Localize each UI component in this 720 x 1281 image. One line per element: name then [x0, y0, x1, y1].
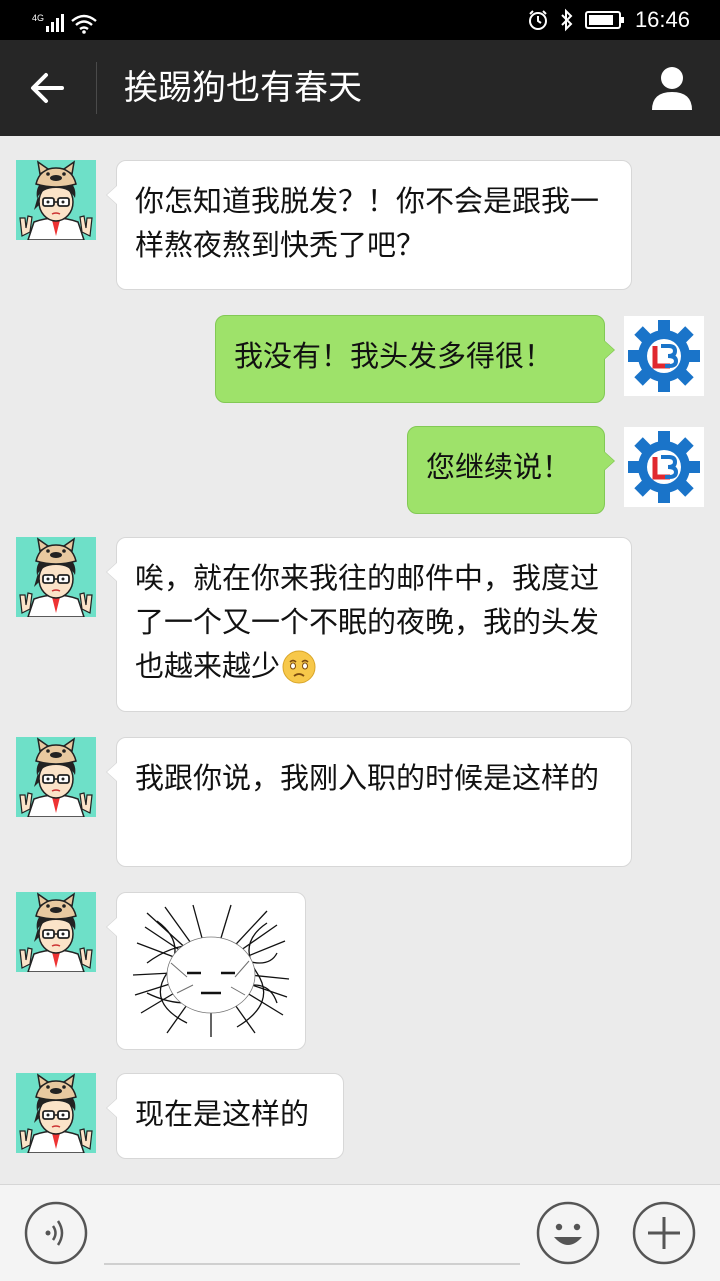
message-text: 您继续说！ [426, 450, 572, 484]
contact-avatar[interactable] [16, 737, 96, 817]
contact-avatar[interactable] [16, 537, 96, 617]
message-text: 现在是这样的 [135, 1097, 310, 1131]
battery-icon [584, 11, 624, 29]
image-bubble[interactable] [106, 892, 306, 1050]
status-time: 16:46 [634, 7, 690, 32]
message-bubble[interactable]: 我没有！我头发多得很！ [215, 315, 615, 403]
header-divider [96, 62, 97, 114]
contact-avatar[interactable] [16, 1073, 96, 1153]
chat-header: 挨踢狗也有春天 [0, 40, 720, 136]
chat-title: 挨踢狗也有春天 [124, 68, 362, 108]
input-bar [0, 1184, 720, 1281]
plus-icon[interactable] [632, 1201, 696, 1265]
message-text: 唉，就在你来我往的邮件中，我度过了一个又一个不眠的夜晚，我的头发也越来越少 [135, 561, 600, 683]
message-input[interactable] [104, 1205, 520, 1265]
emoji-icon[interactable] [536, 1201, 600, 1265]
network-type-label: 4G [32, 13, 44, 23]
status-bar: 4G 16:46 [0, 0, 720, 40]
profile-icon[interactable] [650, 64, 694, 112]
message-bubble[interactable]: 你怎知道我脱发？！你不会是跟我一样熬夜熬到快秃了吧？ [106, 160, 632, 290]
message-bubble[interactable]: 您继续说！ [407, 426, 615, 514]
contact-avatar[interactable] [16, 892, 96, 972]
message-bubble[interactable]: 现在是这样的 [106, 1073, 344, 1159]
wifi-icon [71, 14, 97, 30]
my-avatar[interactable] [624, 316, 704, 396]
message-text: 我跟你说，我刚入职的时候是这样的 [135, 761, 600, 795]
contact-avatar[interactable] [16, 160, 96, 240]
signal-icon: 4G [32, 13, 97, 34]
alarm-icon [528, 10, 547, 30]
bluetooth-icon [561, 8, 573, 32]
back-arrow-icon[interactable] [22, 66, 74, 110]
messy-hair-sticker-image[interactable] [127, 903, 295, 1039]
message-text: 我没有！我头发多得很！ [234, 339, 554, 373]
voice-icon[interactable] [24, 1201, 88, 1265]
message-text: 你怎知道我脱发？！你不会是跟我一样熬夜熬到快秃了吧？ [135, 184, 600, 262]
message-bubble[interactable]: 我跟你说，我刚入职的时候是这样的 [106, 737, 632, 867]
sad-face-emoji-icon [282, 650, 316, 684]
message-bubble[interactable]: 唉，就在你来我往的邮件中，我度过了一个又一个不眠的夜晚，我的头发也越来越少 [106, 537, 632, 712]
my-avatar[interactable] [624, 427, 704, 507]
